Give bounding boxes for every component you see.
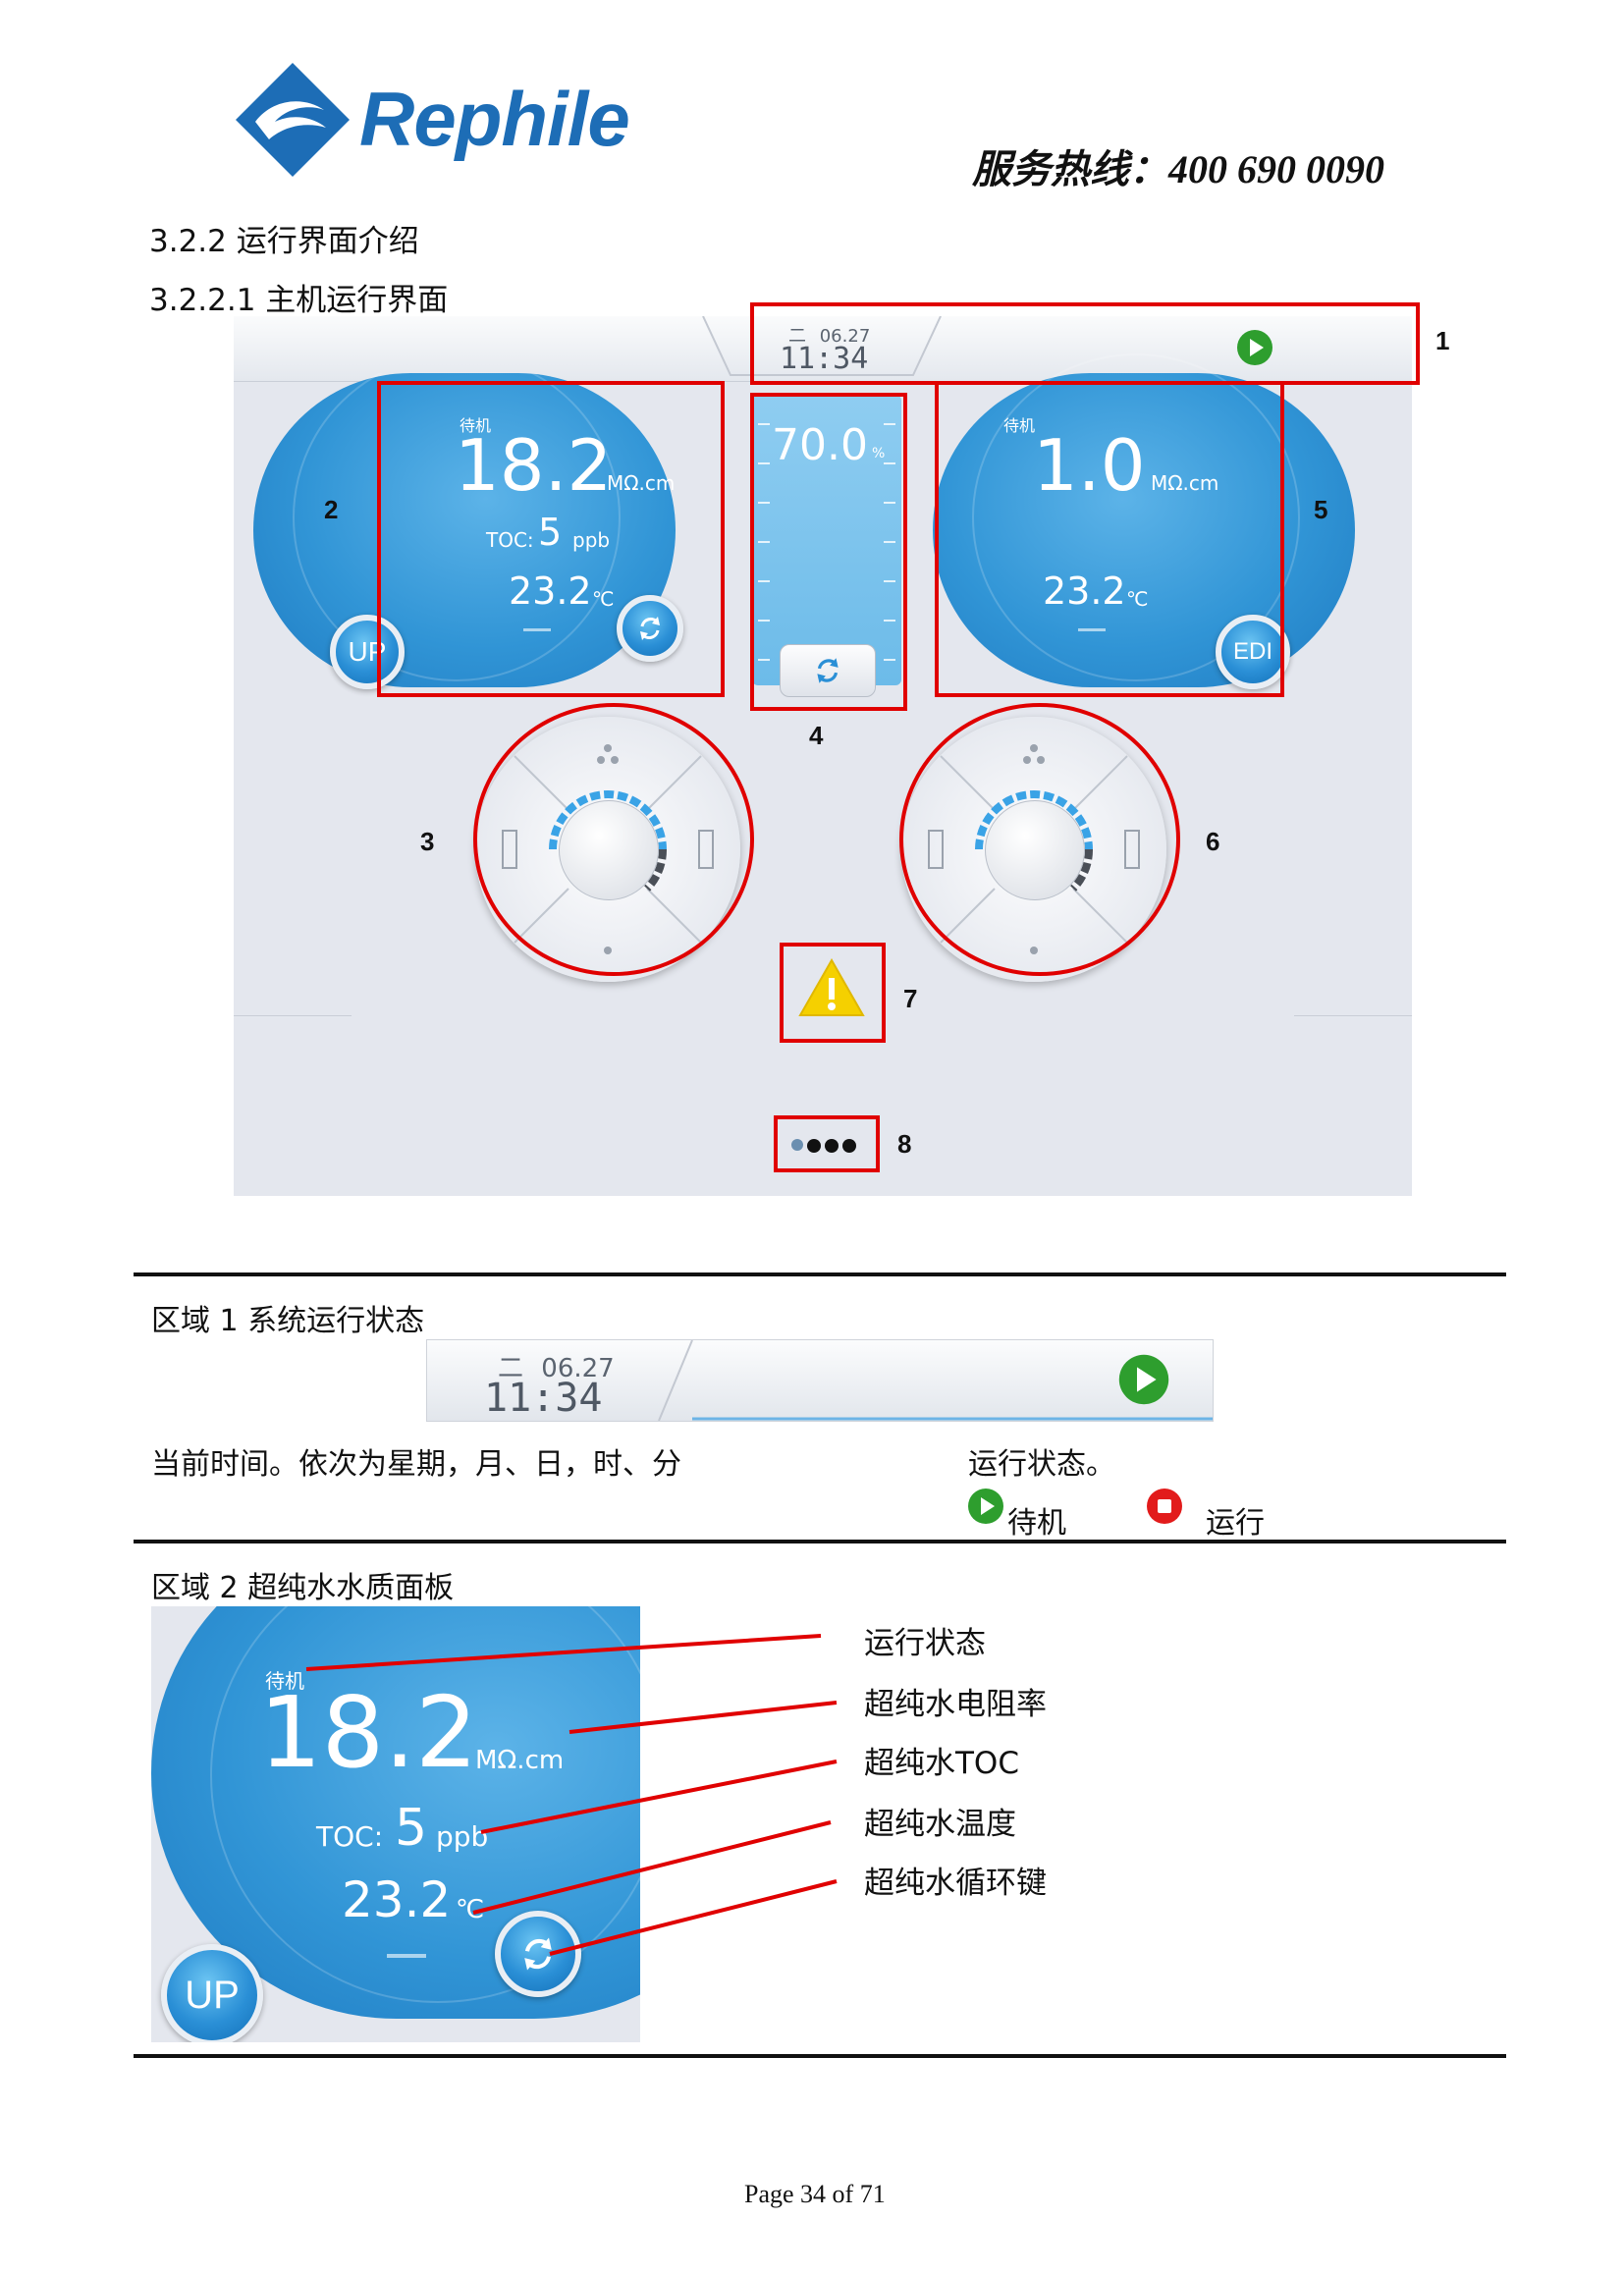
zone2-title: 区域 2 超纯水水质面板 — [151, 1571, 455, 1605]
region-box-1 — [750, 302, 1420, 385]
temperature-value: 23.2 — [342, 1871, 452, 1928]
region-label-4: 4 — [809, 721, 824, 750]
running-label: 运行 — [1206, 1506, 1265, 1541]
play-icon — [1118, 1354, 1169, 1405]
zone1-status-bar: 二 06.27 11:34 — [426, 1339, 1214, 1422]
toc-value: 5 — [395, 1799, 428, 1858]
region-box-8 — [774, 1115, 880, 1172]
region-label-8: 8 — [897, 1129, 912, 1159]
stop-icon — [1147, 1489, 1182, 1524]
state-description: 运行状态。 — [968, 1447, 1115, 1482]
callout-temperature: 超纯水温度 — [864, 1807, 1016, 1842]
service-hotline: 服务热线：400 690 0090 — [972, 147, 1384, 191]
page-number: Page 34 of 71 — [744, 2180, 886, 2208]
callout-status: 运行状态 — [864, 1626, 986, 1661]
resistivity-value: 18.2 — [259, 1675, 478, 1790]
region-box-4 — [750, 393, 907, 711]
section-heading: 3.2.2 运行界面介绍 — [149, 224, 419, 259]
section-rule — [134, 2054, 1506, 2058]
resistivity-unit: MΩ.cm — [475, 1746, 565, 1775]
callout-resistivity: 超纯水电阻率 — [864, 1687, 1047, 1722]
region-box-3 — [473, 703, 754, 976]
brand-logo: Rephile — [234, 61, 630, 179]
subsection-heading: 3.2.2.1 主机运行界面 — [149, 283, 449, 318]
recirculate-button — [495, 1911, 581, 1997]
region-label-1: 1 — [1435, 326, 1450, 355]
region-label-2: 2 — [324, 495, 339, 524]
callout-recirculate: 超纯水循环键 — [864, 1866, 1047, 1901]
time-description: 当前时间。依次为星期，月、日，时、分 — [151, 1447, 681, 1482]
section-rule — [134, 1540, 1506, 1543]
toc-label: TOC: — [316, 1820, 384, 1853]
rephile-diamond-icon — [236, 63, 350, 177]
region-box-6 — [899, 703, 1180, 976]
divider — [1294, 1015, 1412, 1016]
region-label-7: 7 — [903, 984, 918, 1013]
panel-dash — [387, 1954, 426, 1958]
temperature-unit: ℃ — [456, 1895, 485, 1924]
callout-toc: 超纯水TOC — [864, 1746, 1019, 1781]
up-button: UP — [161, 1944, 263, 2042]
zone1-title: 区域 1 系统运行状态 — [151, 1304, 425, 1338]
region-box-7 — [780, 943, 886, 1043]
section-rule — [134, 1272, 1506, 1276]
divider — [234, 1015, 352, 1016]
brand-name: Rephile — [359, 76, 630, 162]
clock: 11:34 — [484, 1376, 603, 1421]
region-box-5 — [935, 381, 1284, 697]
region-label-3: 3 — [420, 827, 435, 856]
recirculate-icon — [524, 1937, 552, 1971]
standby-label: 待机 — [1007, 1506, 1066, 1541]
region-label-5: 5 — [1314, 495, 1328, 524]
play-icon — [968, 1489, 1003, 1524]
toc-unit: ppb — [436, 1820, 489, 1853]
region-box-2 — [377, 381, 725, 697]
ultrapure-panel-zoom: 待机 18.2 MΩ.cm TOC: 5 ppb 23.2 ℃ UP — [151, 1606, 640, 2042]
region-label-6: 6 — [1206, 827, 1220, 856]
